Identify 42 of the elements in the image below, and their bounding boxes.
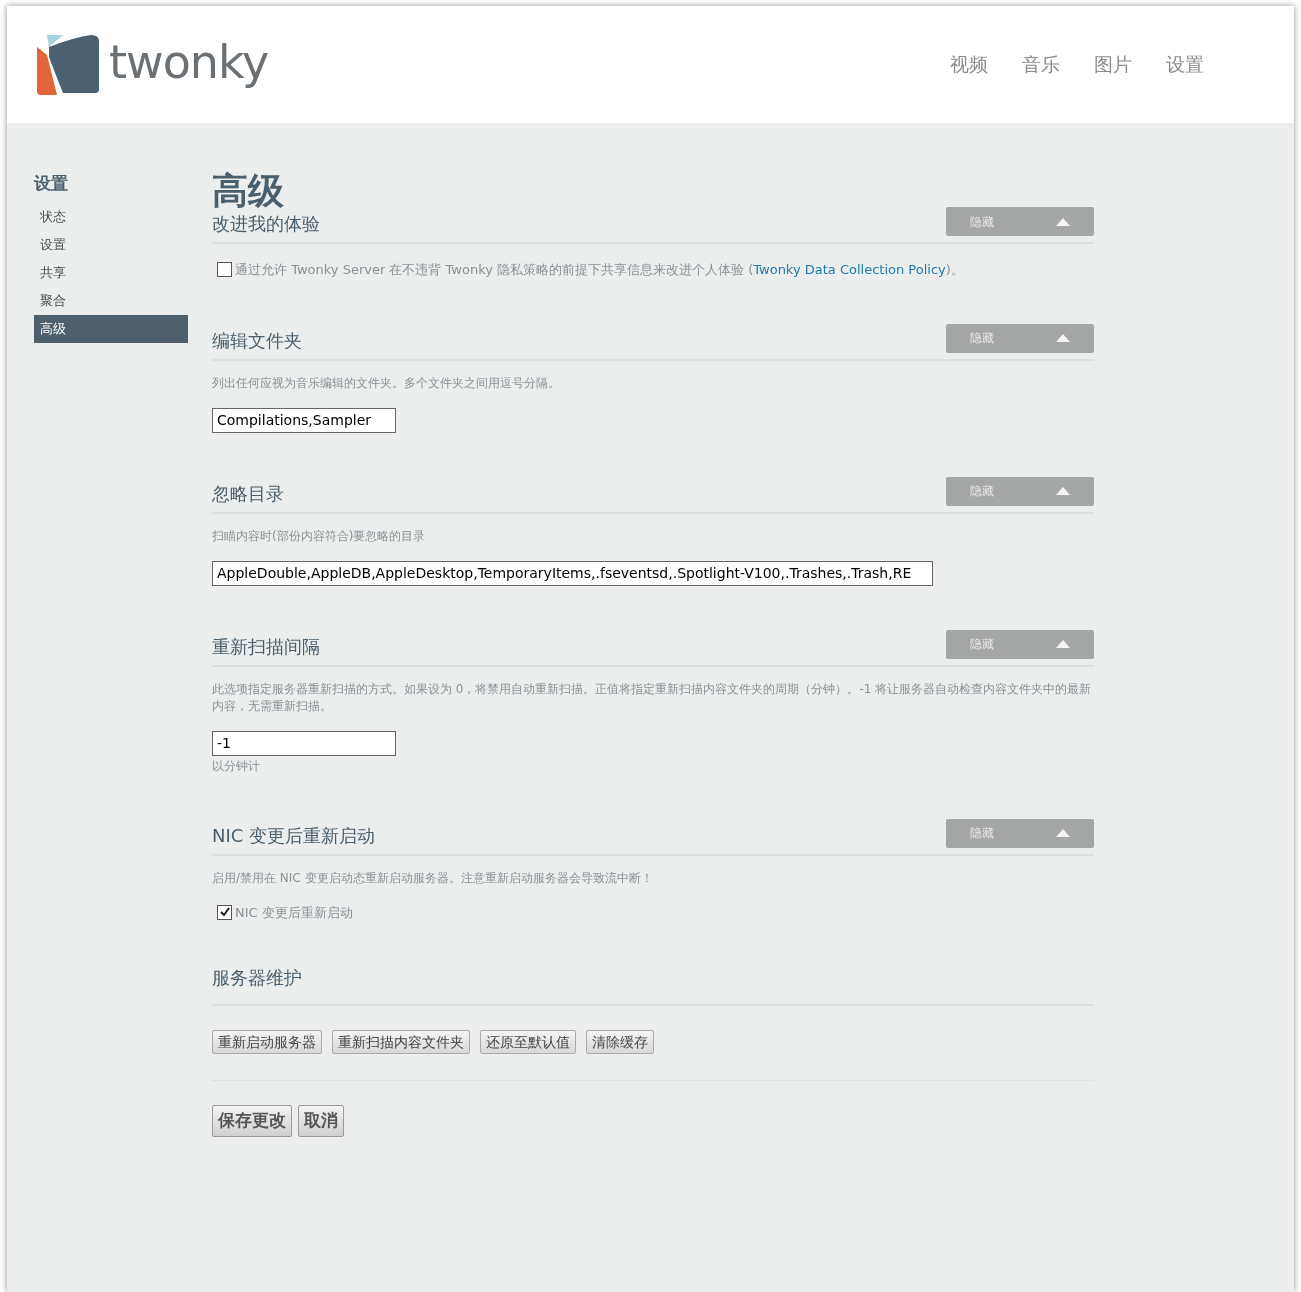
section-title: 重新扫描间隔 [212, 634, 320, 659]
form-button[interactable]: 保存更改 [212, 1105, 292, 1137]
section-title: NIC 变更后重新启动 [212, 823, 376, 848]
logo-icon [35, 32, 99, 97]
sidebar-item[interactable]: 高级 [34, 314, 188, 343]
nav-link[interactable]: 设置 [1166, 50, 1204, 79]
sidebar-item[interactable]: 共享 [34, 258, 188, 287]
form-button[interactable]: 取消 [298, 1105, 344, 1137]
text-field[interactable]: -1 [212, 730, 396, 756]
policy-link[interactable]: Twonky Data Collection Policy [753, 262, 946, 277]
description: 此选项指定服务器重新扫描的方式。如果设为 0，将禁用自动重新扫描。正值将指定重新扫描内容文件夹的周期（分钟）。-1 将让服务器自动检查内容文件夹中的最新内容，无需重新扫描。 [212, 680, 1093, 715]
sidebar-item[interactable]: 设置 [34, 230, 188, 259]
collapse-arrow-icon [1056, 640, 1070, 648]
collapse-arrow-icon [1056, 217, 1070, 226]
collapse-arrow-icon [1056, 487, 1070, 495]
text-field[interactable]: Compilations,Sampler [212, 407, 396, 433]
collapse-arrow-icon [1056, 829, 1070, 837]
checkbox[interactable] [217, 904, 232, 920]
sidebar-item[interactable]: 聚合 [34, 286, 188, 315]
checkbox-label: NIC 变更后重新启动 [235, 903, 353, 922]
section-title: 服务器维护 [212, 966, 302, 990]
section-title: 编辑文件夹 [212, 328, 302, 353]
maintenance-button[interactable]: 清除缓存 [586, 1030, 654, 1054]
sidebar-item[interactable]: 状态 [34, 202, 188, 231]
description: 启用/禁用在 NIC 变更启动态重新启动服务器。注意重新启动服务器会导致流中断！ [212, 869, 654, 887]
section-title: 改进我的体验 [212, 212, 320, 236]
maintenance-button[interactable]: 重新启动服务器 [212, 1030, 322, 1054]
collapse-arrow-icon [1056, 334, 1070, 342]
unit-hint: 以分钟计 [212, 757, 261, 775]
page-title: 高级 [212, 171, 285, 211]
nav-link[interactable]: 视频 [950, 50, 988, 79]
nav-link[interactable]: 图片 [1094, 50, 1132, 79]
text-field[interactable]: AppleDouble,AppleDB,AppleDesktop,TemporaryItems,.fseventsd,.Spotlight-V100,.Trashes,.Trash,RE [212, 560, 933, 586]
description: 列出任何应视为音乐编辑的文件夹。多个文件夹之间用逗号分隔。 [212, 374, 561, 392]
maintenance-button[interactable]: 还原至默认值 [480, 1030, 576, 1054]
nav-link[interactable]: 音乐 [1022, 50, 1060, 79]
sidebar-title: 设置 [34, 172, 69, 195]
description: 扫瞄内容时(部份内容符合)要忽略的目录 [212, 527, 427, 545]
section-title: 忽略目录 [212, 481, 284, 506]
maintenance-button[interactable]: 重新扫描内容文件夹 [332, 1030, 470, 1054]
checkbox-label: 通过允许 Twonky Server 在不违背 Twonky 隐私策略的前提下共享信息来改进个人体验 (Twonky Data Collection Policy)。 [235, 261, 964, 279]
checkbox[interactable] [217, 262, 232, 278]
